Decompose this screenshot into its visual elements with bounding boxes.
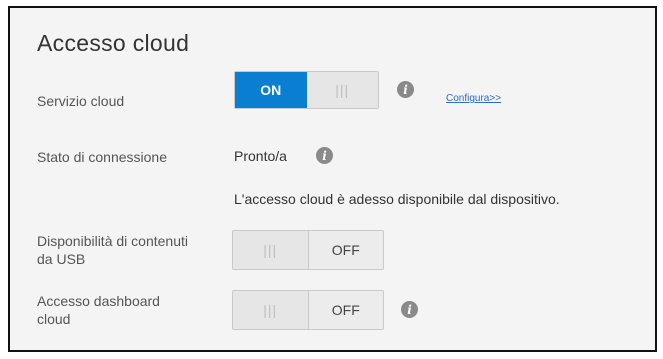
toggle-off-segment[interactable]: OFF bbox=[307, 231, 383, 269]
configure-link[interactable]: Configura>> bbox=[446, 93, 501, 104]
toggle-on-segment[interactable]: ON bbox=[235, 72, 307, 108]
info-icon[interactable]: i bbox=[401, 301, 418, 318]
panel-title: Accesso cloud bbox=[37, 30, 190, 56]
usb-content-toggle[interactable]: ||| OFF bbox=[232, 230, 384, 270]
connection-status-value: Pronto/a bbox=[234, 148, 287, 164]
cloud-service-toggle[interactable]: ON ||| bbox=[234, 71, 379, 109]
toggle-grip[interactable]: ||| bbox=[233, 291, 308, 329]
usb-content-label: Disponibilità di contenuti da USB bbox=[37, 233, 188, 267]
cloud-service-label: Servizio cloud bbox=[37, 93, 125, 109]
cloud-access-panel: Accesso cloud Servizio cloud ON ||| i Co… bbox=[8, 6, 657, 352]
connection-status-label: Stato di connessione bbox=[37, 149, 167, 165]
toggle-grip[interactable]: ||| bbox=[233, 231, 308, 269]
cloud-availability-message: L'accesso cloud è adesso disponibile dal… bbox=[234, 191, 560, 207]
toggle-grip[interactable]: ||| bbox=[307, 72, 379, 108]
toggle-off-segment[interactable]: OFF bbox=[307, 291, 383, 329]
info-icon[interactable]: i bbox=[397, 81, 414, 98]
info-icon[interactable]: i bbox=[316, 147, 333, 164]
dashboard-access-toggle[interactable]: ||| OFF bbox=[232, 290, 384, 330]
dashboard-access-label: Accesso dashboard cloud bbox=[37, 293, 160, 327]
